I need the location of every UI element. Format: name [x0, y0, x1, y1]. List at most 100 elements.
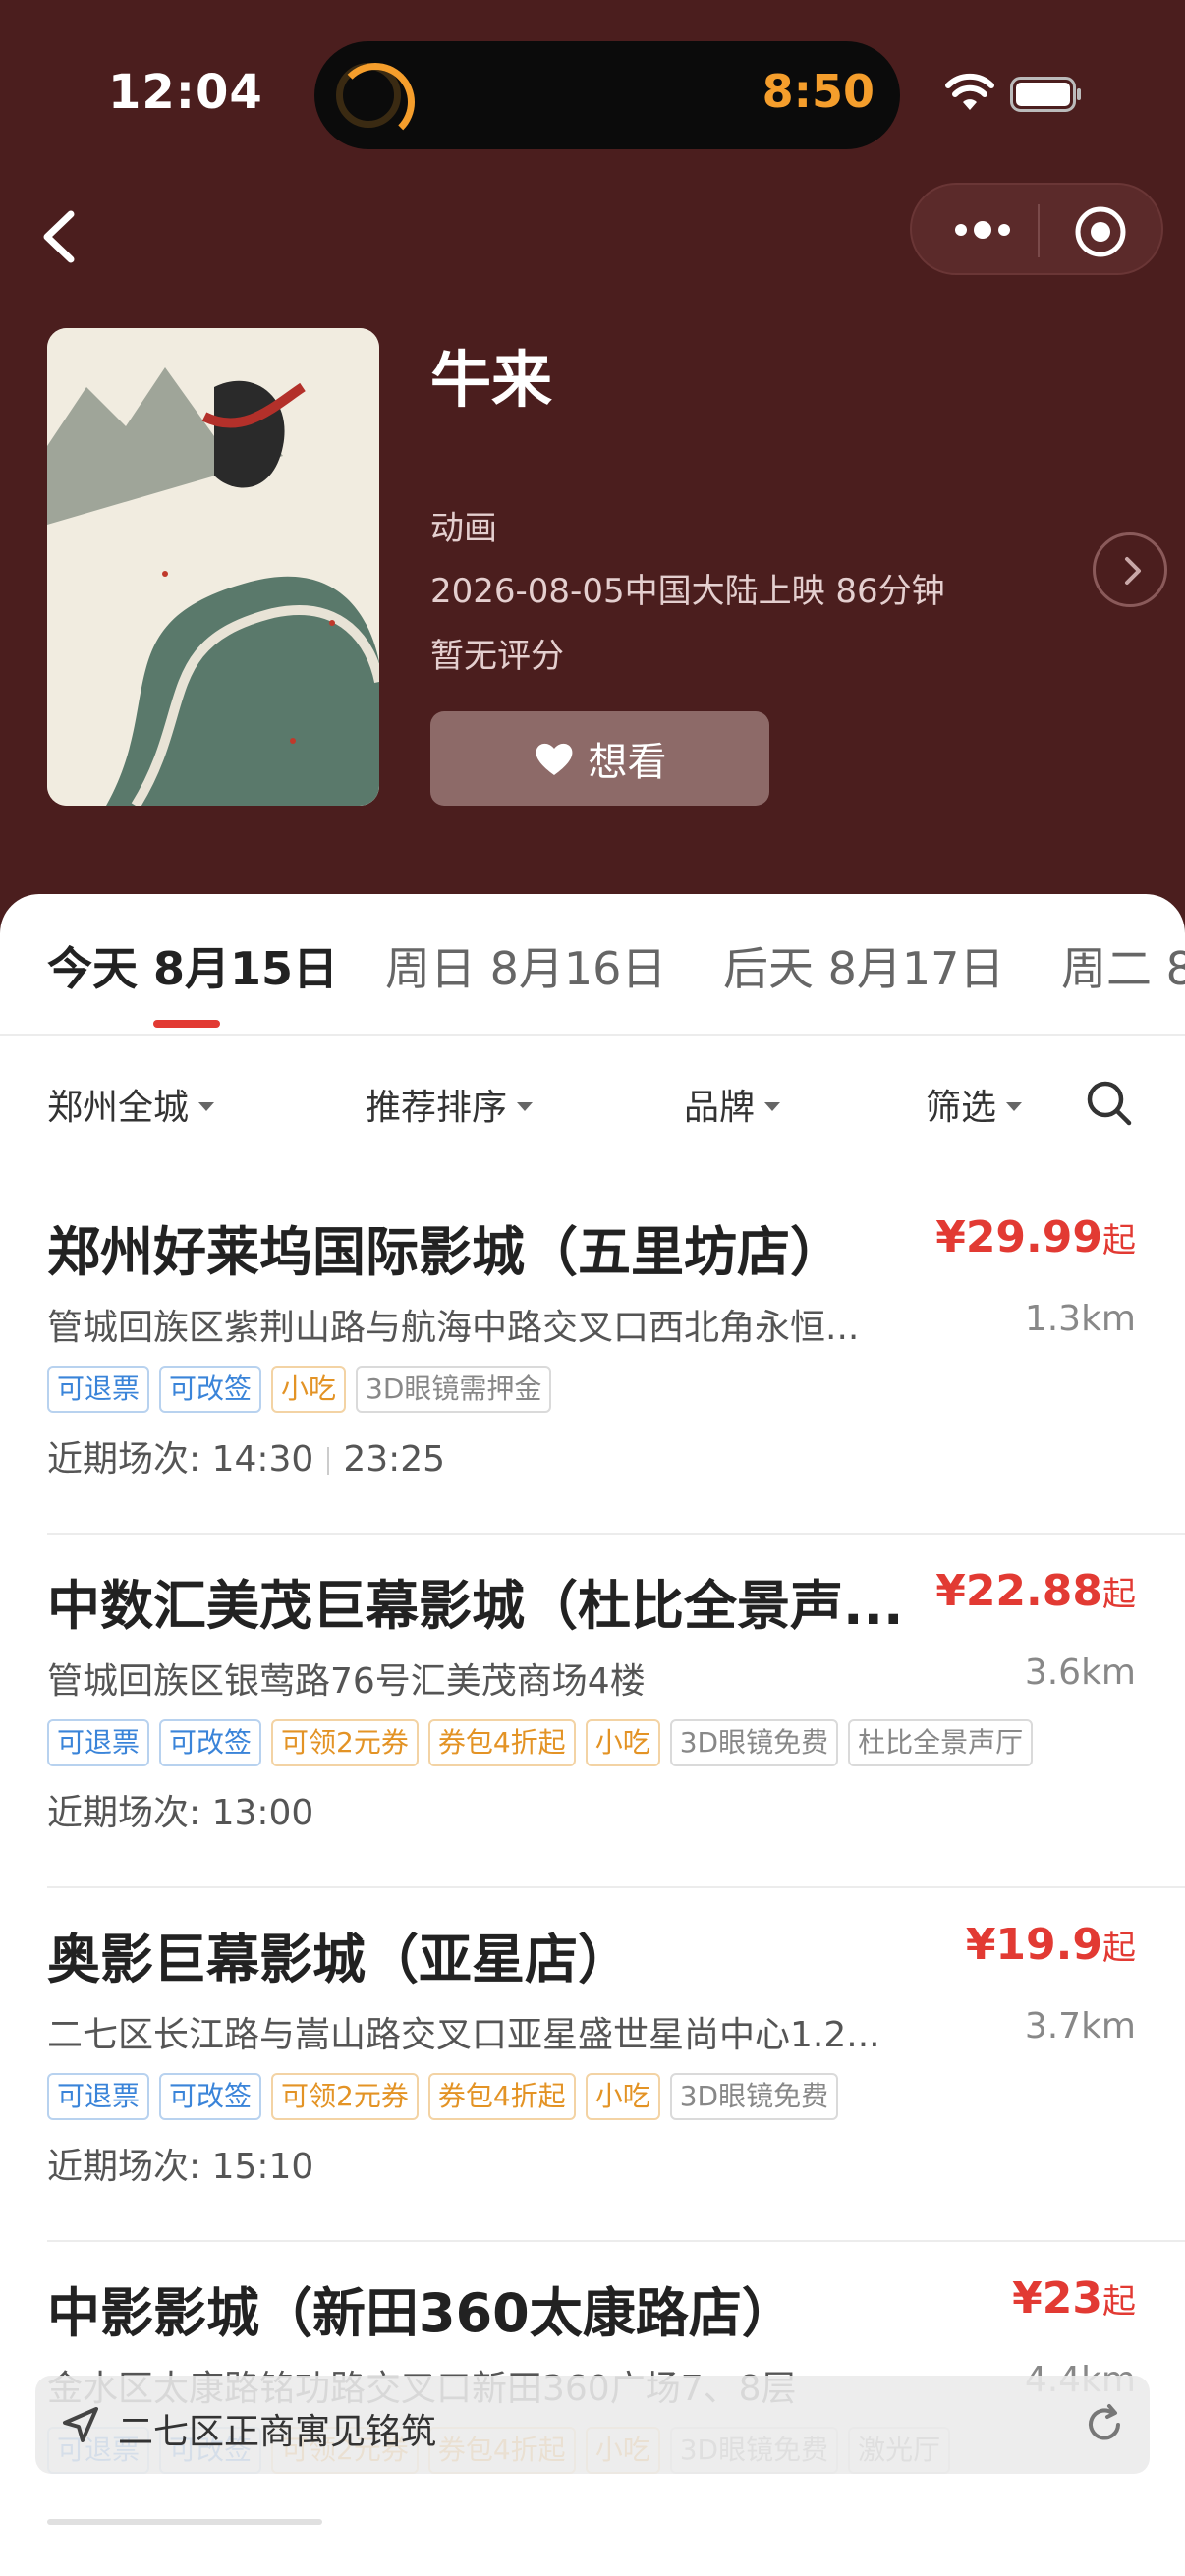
chevron-right-icon [1125, 557, 1141, 585]
cinema-price: ¥19.9起 [966, 1920, 1136, 1970]
caret-down-icon [517, 1101, 534, 1111]
capsule-divider [1038, 204, 1040, 257]
price-value: ¥23 [1012, 2273, 1102, 2324]
movie-genre: 动画 [430, 509, 497, 548]
filter-more[interactable]: 筛选 [926, 1079, 1023, 1130]
cinema-distance: 3.7km [1024, 2006, 1136, 2046]
cinema-tag: 券包4折起 [427, 2073, 576, 2120]
cinema-divider [47, 1533, 1185, 1535]
cinema-address: 管城回族区银莺路76号汇美茂商场4楼 [47, 1661, 646, 1702]
cinema-tag: 小吃 [585, 1719, 660, 1766]
filter-more-label: 筛选 [926, 1088, 997, 1128]
cinema-divider [47, 1886, 1185, 1888]
cinema-tags: 可退票 可改签 可领2元券 券包4折起 小吃 3D眼镜免费 杜比全景声厅 [47, 1719, 1034, 1766]
recent-showtimes: 近期场次: 14:30 23:25 [47, 1430, 445, 1482]
tabs-divider [0, 1034, 1185, 1036]
cinema-divider [47, 2240, 1185, 2242]
tab-date-2[interactable]: 后天 8月17日 [723, 933, 1004, 998]
movie-title: 牛来 [430, 344, 553, 416]
showtimes-label: 近期场次: [47, 2147, 201, 2187]
mini-program-capsule [910, 183, 1163, 275]
dynamic-island[interactable]: 8:50 [314, 41, 900, 149]
more-icon[interactable] [951, 212, 1014, 248]
cinema-row[interactable]: 中数汇美茂巨幕影城（杜比全景声... ¥22.88起管城回族区银莺路76号汇美茂商… [47, 1562, 1185, 1896]
showtimes-label: 近期场次: [47, 1439, 201, 1480]
price-unit: 起 [1102, 1221, 1136, 1260]
wifi-icon [945, 73, 994, 110]
cinema-tag: 3D眼镜免费 [669, 1719, 839, 1766]
price-unit: 起 [1102, 1929, 1136, 1968]
tab-date-1[interactable]: 周日 8月16日 [385, 933, 666, 998]
cinema-tag: 可退票 [47, 1366, 150, 1413]
battery-icon [1010, 77, 1081, 112]
navigation-arrow-icon [63, 2407, 98, 2442]
search-icon[interactable] [1085, 1079, 1134, 1128]
filter-bar: 郑州全城 推荐排序 品牌 筛选 [0, 1061, 1185, 1149]
caret-down-icon [198, 1101, 215, 1111]
cinema-price: ¥29.99起 [935, 1212, 1136, 1262]
price-unit: 起 [1102, 1575, 1136, 1614]
heart-icon [536, 743, 572, 775]
cinema-row[interactable]: 奥影巨幕影城（亚星店） ¥19.9起二七区长江路与嵩山路交叉口亚星盛世星尚中心1.… [47, 1916, 1185, 2250]
refresh-icon[interactable] [1083, 2403, 1126, 2446]
cinema-tag: 券包4折起 [427, 1719, 576, 1766]
showtime: 13:00 [211, 1793, 314, 1833]
filter-city[interactable]: 郑州全城 [47, 1079, 215, 1130]
cinema-name: 奥影巨幕影城（亚星店） [47, 1929, 631, 1990]
current-location-bar[interactable]: 二七区正商寓见铭筑 [35, 2376, 1150, 2474]
caret-down-icon [1006, 1101, 1023, 1111]
movie-detail-button[interactable] [1093, 532, 1167, 607]
cinema-tag: 3D眼镜免费 [669, 2073, 839, 2120]
movie-poster[interactable] [47, 328, 379, 806]
showtime: 14:30 [211, 1439, 314, 1480]
active-tab-indicator [153, 1020, 220, 1028]
cinema-address: 管城回族区紫荆山路与航海中路交叉口西北角永恒... [47, 1308, 860, 1348]
movie-header: 12:04 8:50 牛来 动画 2026-08-05中国大陆上映 86分钟 暂… [0, 0, 1185, 943]
cinema-tags: 可退票 可改签 可领2元券 券包4折起 小吃 3D眼镜免费 [47, 2073, 839, 2120]
cinema-price: ¥22.88起 [935, 1566, 1136, 1616]
cinema-row[interactable]: 郑州好莱坞国际影城（五里坊店） ¥29.99起 管城回族区紫荆山路与航海中路交叉口西… [47, 1208, 1185, 1542]
recent-showtimes: 近期场次: 13:00 [47, 1784, 313, 1835]
close-target-icon[interactable] [1073, 204, 1128, 259]
caret-down-icon [764, 1101, 781, 1111]
price-value: ¥19.9 [965, 1920, 1102, 1970]
date-tabs: 今天 8月15日 周日 8月16日 后天 8月17日 周二 8 [0, 933, 1185, 1032]
cinema-distance: 1.3km [1024, 1299, 1136, 1339]
movie-release-info: 2026-08-05中国大陆上映 86分钟 [430, 572, 945, 611]
cinema-address: 二七区长江路与嵩山路交叉口亚星盛世星尚中心1.2... [47, 2015, 880, 2055]
cinema-tag: 可改签 [159, 1719, 262, 1766]
price-unit: 起 [1102, 2282, 1136, 2322]
back-button[interactable] [29, 202, 88, 271]
cinema-tag: 可退票 [47, 1719, 150, 1766]
cinema-tag: 可退票 [47, 2073, 150, 2120]
tab-date-0[interactable]: 今天 8月15日 [47, 933, 338, 998]
filter-sort-label: 推荐排序 [366, 1088, 508, 1128]
tab-date-3[interactable]: 周二 8 [1061, 933, 1185, 998]
island-timer: 8:50 [762, 65, 875, 118]
cinema-tag: 可改签 [159, 1366, 262, 1413]
filter-brand[interactable]: 品牌 [684, 1079, 781, 1130]
want-to-watch-button[interactable]: 想看 [430, 711, 769, 806]
cinema-name: 中影影城（新田360太康路店） [47, 2282, 795, 2344]
filter-sort[interactable]: 推荐排序 [366, 1079, 534, 1130]
price-value: ¥29.99 [935, 1212, 1102, 1262]
showtime: 23:25 [343, 1439, 446, 1480]
cinema-price: ¥23起 [1012, 2273, 1136, 2324]
recent-showtimes: 近期场次: 15:10 [47, 2138, 313, 2189]
cinema-tag: 3D眼镜需押金 [356, 1366, 552, 1413]
cinema-tag: 小吃 [585, 2073, 660, 2120]
filter-city-label: 郑州全城 [47, 1088, 190, 1128]
price-value: ¥22.88 [935, 1566, 1102, 1616]
want-label: 想看 [588, 740, 667, 785]
showtimes-label: 近期场次: [47, 1793, 201, 1833]
showtime-separator [327, 1447, 330, 1475]
showtimes-sheet: 今天 8月15日 周日 8月16日 后天 8月17日 周二 8 郑州全城 推荐排… [0, 894, 1185, 2576]
cinema-name: 中数汇美茂巨幕影城（杜比全景声... [47, 1575, 904, 1637]
timer-ring-icon [336, 63, 415, 141]
cinema-tag: 可改签 [159, 2073, 262, 2120]
cinema-tag: 可领2元券 [271, 1719, 419, 1766]
status-time: 12:04 [108, 65, 263, 120]
cinema-tags: 可退票 可改签 小吃 3D眼镜需押金 [47, 1366, 552, 1413]
current-location-text: 二七区正商寓见铭筑 [118, 2412, 437, 2452]
filter-brand-label: 品牌 [684, 1088, 756, 1128]
